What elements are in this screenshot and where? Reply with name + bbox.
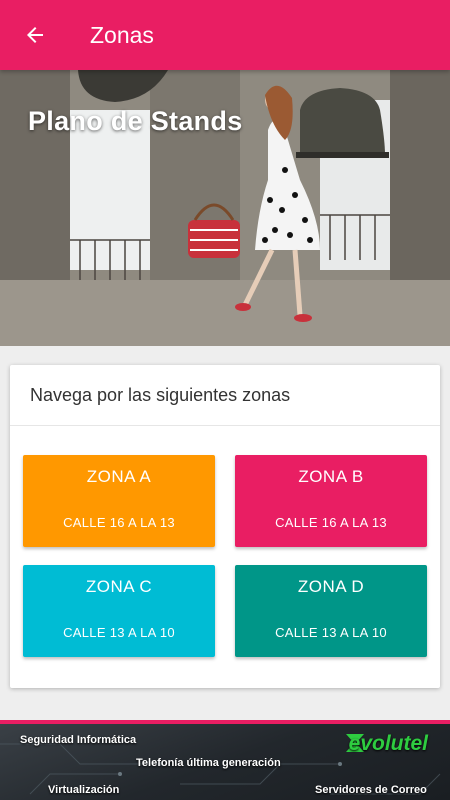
back-button[interactable]	[0, 0, 70, 70]
arrow-left-icon	[27, 27, 43, 43]
zone-streets: CALLE 13 A LA 10	[63, 625, 175, 640]
page-title: Zonas	[90, 21, 154, 48]
brand-logo: evolutel	[348, 732, 428, 755]
zone-streets: CALLE 13 A LA 10	[275, 625, 387, 640]
zone-name: ZONA B	[298, 467, 364, 486]
footer-banner[interactable]: Seguridad Informática Telefonía última g…	[0, 720, 450, 800]
zone-c-button[interactable]: ZONA C CALLE 13 A LA 10	[23, 565, 215, 657]
zone-name: ZONA D	[297, 577, 365, 596]
app-bar: Zonas	[0, 0, 450, 70]
footer-item: Servidores de Correo	[315, 784, 427, 796]
zone-name: ZONA C	[85, 577, 153, 596]
hero-title: Plano de Stands	[28, 106, 243, 136]
hero-banner: Plano de Stands	[0, 70, 450, 346]
footer-item: Seguridad Informática	[20, 734, 137, 746]
zone-b-button[interactable]: ZONA B CALLE 16 A LA 13	[235, 455, 427, 547]
zone-grid: ZONA A CALLE 16 A LA 13 ZONA B CALLE 16 …	[23, 455, 427, 657]
zone-streets: CALLE 16 A LA 13	[63, 515, 175, 530]
zones-card: Navega por las siguientes zonas ZONA A C…	[10, 365, 440, 688]
zone-a-button[interactable]: ZONA A CALLE 16 A LA 13	[23, 455, 215, 547]
zone-d-button[interactable]: ZONA D CALLE 13 A LA 10	[235, 565, 427, 657]
footer-item: Virtualización	[48, 784, 120, 796]
card-header: Navega por las siguientes zonas	[10, 365, 440, 426]
zone-streets: CALLE 16 A LA 13	[275, 515, 387, 530]
footer-item: Telefonía última generación	[136, 757, 281, 769]
zone-name: ZONA A	[86, 467, 152, 486]
